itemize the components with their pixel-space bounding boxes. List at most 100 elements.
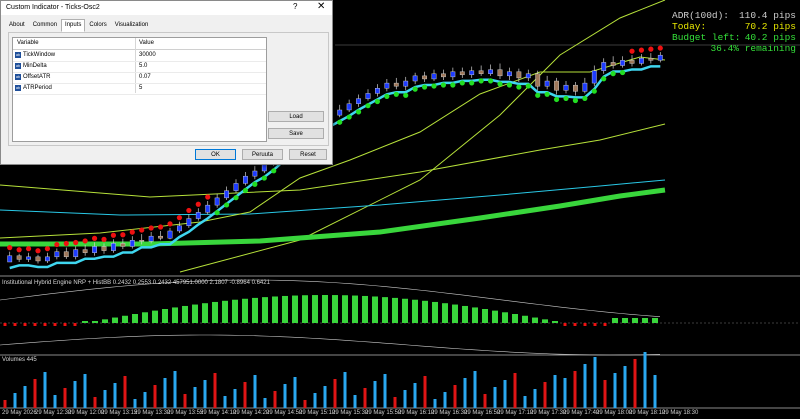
help-button[interactable]: ?	[293, 2, 297, 11]
candle-body	[375, 88, 380, 94]
input-value[interactable]: 30000	[139, 52, 156, 58]
candle-body	[431, 73, 437, 80]
volume-bar	[313, 393, 317, 408]
volume-bar	[413, 383, 417, 408]
osc-bar	[222, 300, 228, 323]
candle-body	[573, 84, 578, 92]
candle-body	[45, 256, 50, 262]
sell-dot	[629, 48, 635, 54]
sell-dot	[7, 245, 13, 251]
volume-bar	[633, 359, 637, 408]
volume-bar	[573, 371, 577, 408]
reset-button[interactable]: Reset	[289, 149, 327, 160]
osc-bar	[482, 309, 488, 323]
osc-bar	[522, 315, 528, 323]
tab-colors[interactable]: Colors	[85, 19, 110, 32]
ok-button[interactable]: OK	[195, 149, 236, 160]
osc-bar	[302, 295, 308, 323]
sell-dot	[648, 46, 654, 52]
osc-bar	[452, 304, 458, 323]
sell-dot	[148, 225, 154, 231]
volume-bar	[53, 395, 57, 408]
candle-body	[139, 240, 145, 242]
buy-dot	[214, 210, 220, 216]
tab-common[interactable]: Common	[29, 19, 61, 32]
volume-bar	[293, 377, 297, 408]
input-value[interactable]: 0.07	[139, 74, 151, 80]
adr-row: 36.4% remaining	[710, 43, 796, 54]
buy-dot	[355, 109, 362, 115]
dialog-titlebar[interactable]: Custom Indicator - Ticks-Osc2 ? ✕	[1, 1, 332, 15]
candle-body	[516, 71, 522, 79]
osc-bar	[603, 323, 607, 326]
tab-about[interactable]: About	[5, 19, 29, 32]
osc-bar	[542, 319, 548, 323]
osc-bar	[33, 323, 37, 326]
osc-bar	[492, 310, 498, 323]
osc-bar	[242, 298, 248, 323]
input-value[interactable]: 5	[139, 85, 142, 91]
volume-bar	[363, 388, 367, 408]
sell-dot	[167, 221, 173, 227]
tab-inputs[interactable]: Inputs	[61, 19, 86, 32]
sell-dot	[186, 207, 192, 214]
buy-dot	[252, 181, 258, 187]
buy-dot	[365, 103, 371, 109]
volume-bar	[623, 366, 627, 408]
volume-bar	[223, 396, 227, 408]
volume-bar	[333, 379, 337, 408]
osc-bar	[252, 297, 258, 323]
candle-body	[82, 249, 88, 253]
osc-bar	[472, 307, 478, 323]
osc-bar	[612, 318, 618, 323]
osc-bar	[402, 298, 408, 323]
abc-icon: ab	[15, 63, 21, 69]
volume-bar	[73, 381, 77, 408]
candle-body	[101, 246, 107, 251]
buy-dot	[459, 80, 465, 86]
save-button[interactable]: Save	[268, 128, 324, 139]
load-button[interactable]: Load	[268, 111, 324, 122]
input-value[interactable]: 5.0	[139, 63, 147, 69]
osc-bar	[162, 309, 168, 323]
custom-indicator-dialog: Custom Indicator - Ticks-Osc2 ? ✕ About C…	[0, 0, 333, 165]
inputs-table-header: Variable Value	[13, 38, 266, 50]
candle-body	[648, 58, 654, 61]
sell-dot	[25, 246, 32, 252]
candle-body	[639, 58, 644, 64]
adr-row: ADR(100d): 110.4 pips	[672, 10, 796, 21]
candle-body	[214, 197, 220, 206]
volume-bar	[383, 374, 387, 408]
candle-body	[186, 218, 192, 227]
inputs-table: Variable Value ab TickWindow 30000 ab MinDel…	[12, 37, 267, 142]
input-row-atrperiod[interactable]: ab ATRPeriod 5	[13, 83, 266, 95]
volume-bar	[323, 386, 327, 408]
abc-icon: ab	[15, 52, 21, 58]
osc-bar	[392, 297, 398, 323]
volume-bar	[433, 399, 437, 408]
volume-bar	[153, 385, 157, 408]
buy-dot	[450, 82, 456, 88]
osc-bar	[322, 295, 328, 323]
candle-body	[177, 225, 182, 232]
volume-bar	[403, 390, 407, 408]
time-tick: 29 May 12:00	[68, 410, 105, 416]
candle-body	[422, 75, 427, 80]
osc-bar	[142, 312, 148, 323]
volume-bar	[583, 364, 587, 408]
buy-dot	[337, 119, 343, 125]
volume-bar	[653, 375, 657, 408]
candle-body	[54, 251, 60, 258]
time-tick: 29 May 14:50	[266, 410, 303, 416]
volume-bar	[283, 384, 287, 408]
buy-dot	[346, 114, 352, 120]
volume-bar	[23, 386, 27, 408]
buy-dot	[572, 97, 579, 104]
buy-dot	[487, 78, 494, 84]
osc-bar	[642, 318, 648, 323]
tab-visualization[interactable]: Visualization	[111, 19, 153, 32]
close-button[interactable]: ✕	[317, 1, 325, 12]
cancel-button[interactable]: Peruuta	[242, 149, 283, 160]
volume-bar	[473, 371, 477, 408]
candle-body	[63, 251, 69, 258]
